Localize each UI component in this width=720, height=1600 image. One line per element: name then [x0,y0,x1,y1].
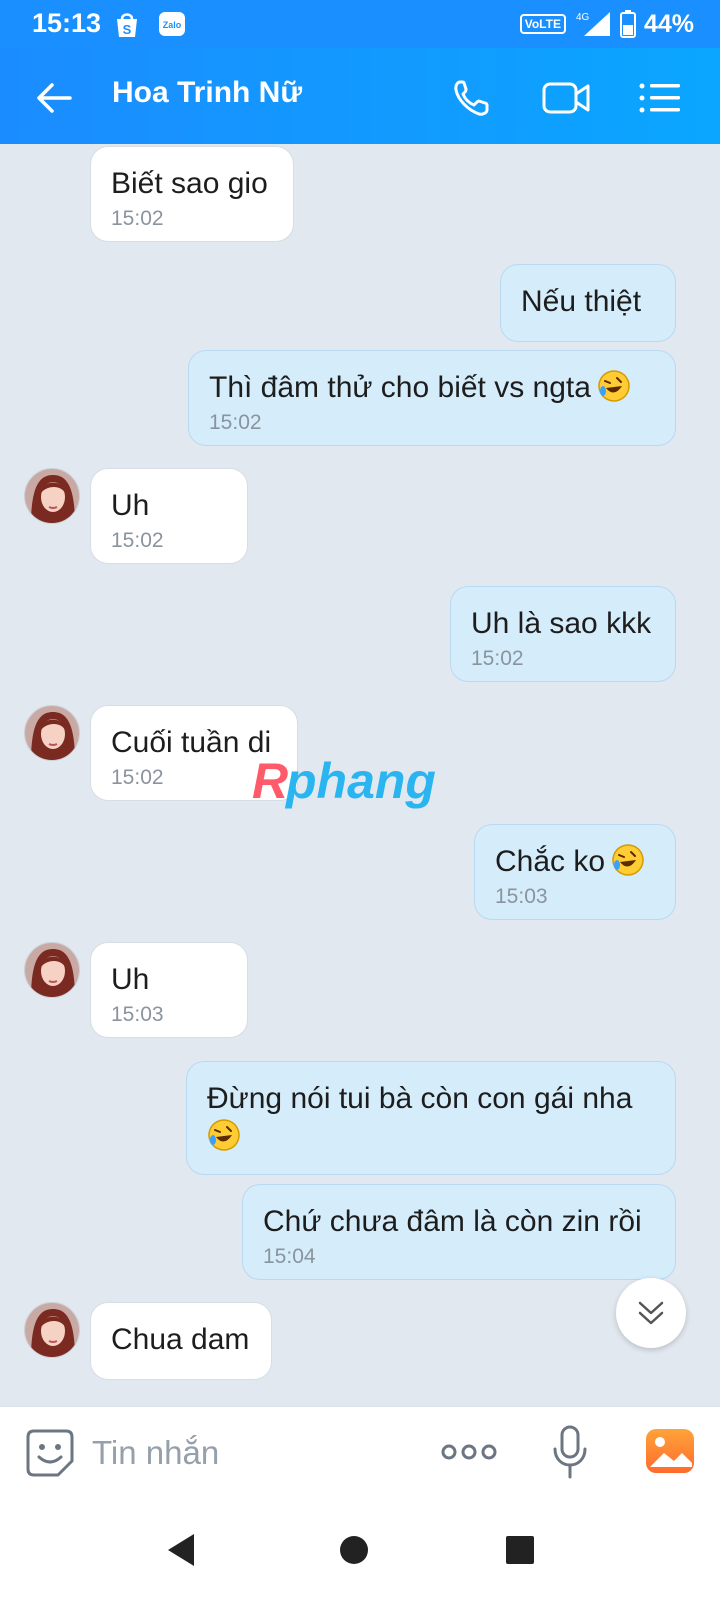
nav-home-icon[interactable] [334,1530,374,1570]
rofl-emoji-icon [208,1119,240,1151]
message-bubble-incoming[interactable]: Biết sao gio 15:02 [90,146,294,242]
zalo-icon: Zalo [159,12,185,36]
svg-text:S: S [123,22,132,37]
volte-badge: VoLTE [519,14,566,34]
battery-icon [619,10,636,38]
nav-back-icon[interactable] [162,1530,202,1570]
svg-text:phang: phang [284,754,436,809]
message-time: 15:02 [111,529,164,552]
chat-area[interactable]: Biết sao gio 15:02 Nếu thiệt Thì đâm thử… [0,144,720,1406]
battery-percent: 44% [643,9,694,38]
avatar[interactable] [24,942,80,998]
menu-list-icon[interactable] [634,74,686,122]
avatar[interactable] [24,705,80,761]
message-text: Uh là sao kkk [471,607,652,640]
message-bubble-incoming[interactable]: Uh 15:02 [90,468,248,564]
avatar[interactable] [24,468,80,524]
message-text-row: Chắc ko [495,843,655,881]
status-bar: 15:13 S Zalo VoLTE 4G 44% [0,0,720,48]
message-input[interactable] [92,1429,412,1477]
message-text-row: Thì đâm thử cho biết vs ngta [209,369,655,407]
message-text: Chứ chưa đâm là còn zin rồi [263,1205,642,1238]
scroll-to-bottom-button[interactable] [616,1278,686,1348]
system-nav-bar [0,1498,720,1600]
message-time: 15:02 [471,647,524,670]
sticker-icon[interactable] [24,1427,76,1479]
rofl-emoji-icon [612,844,644,876]
message-bubble-outgoing[interactable]: Uh là sao kkk 15:02 [450,586,676,682]
more-options-icon[interactable] [440,1437,498,1467]
status-right: VoLTE 4G 44% [519,8,694,40]
message-time: 15:03 [111,1003,164,1026]
message-time: 15:03 [495,885,548,908]
message-bubble-outgoing[interactable]: Chứ chưa đâm là còn zin rồi 15:04 [242,1184,676,1280]
message-bubble-outgoing[interactable]: Chắc ko 15:03 [474,824,676,920]
nav-recents-icon[interactable] [500,1530,540,1570]
chat-header: Hoa Trinh Nữ [0,48,720,144]
rofl-emoji-icon [598,370,630,402]
contact-name[interactable]: Hoa Trinh Nữ [112,76,302,110]
message-text: Chua dam [111,1323,250,1356]
message-text: Uh [111,963,150,996]
status-time: 15:13 [32,8,102,38]
message-text: Chắc ko [495,845,606,878]
message-time: 15:02 [209,411,262,434]
image-icon[interactable] [644,1427,696,1475]
message-text: Đừng nói tui bà còn con gái nha [207,1082,633,1115]
message-bubble-outgoing[interactable]: Thì đâm thử cho biết vs ngta 15:02 [188,350,676,446]
back-arrow-icon[interactable] [30,74,78,122]
message-bubble-incoming[interactable]: Chua dam [90,1302,272,1380]
network-type: 4G [576,12,590,23]
double-chevron-down-icon [638,1301,664,1325]
message-bubble-incoming[interactable]: Uh 15:03 [90,942,248,1038]
message-time: 15:04 [263,1245,316,1268]
svg-text:Zalo: Zalo [163,20,182,30]
video-call-icon[interactable] [540,74,592,122]
message-bubble-outgoing[interactable]: Đừng nói tui bà còn con gái nha [186,1061,676,1175]
avatar[interactable] [24,1302,80,1358]
message-time: 15:02 [111,207,164,230]
message-bubble-outgoing[interactable]: Nếu thiệt [500,264,676,342]
message-text: Thì đâm thử cho biết vs ngta [209,371,591,404]
message-emoji-line [207,1118,655,1156]
message-text: Uh [111,489,150,522]
watermark-logo: R phang [252,754,436,809]
phone-icon[interactable] [448,74,500,122]
message-text: Nếu thiệt [521,285,642,318]
shopee-icon: S [117,13,137,37]
signal-icon: 4G [576,12,610,36]
svg-text:R: R [252,754,288,809]
message-input-bar [0,1406,720,1498]
message-text: Biết sao gio [111,167,268,200]
microphone-icon[interactable] [550,1423,590,1481]
